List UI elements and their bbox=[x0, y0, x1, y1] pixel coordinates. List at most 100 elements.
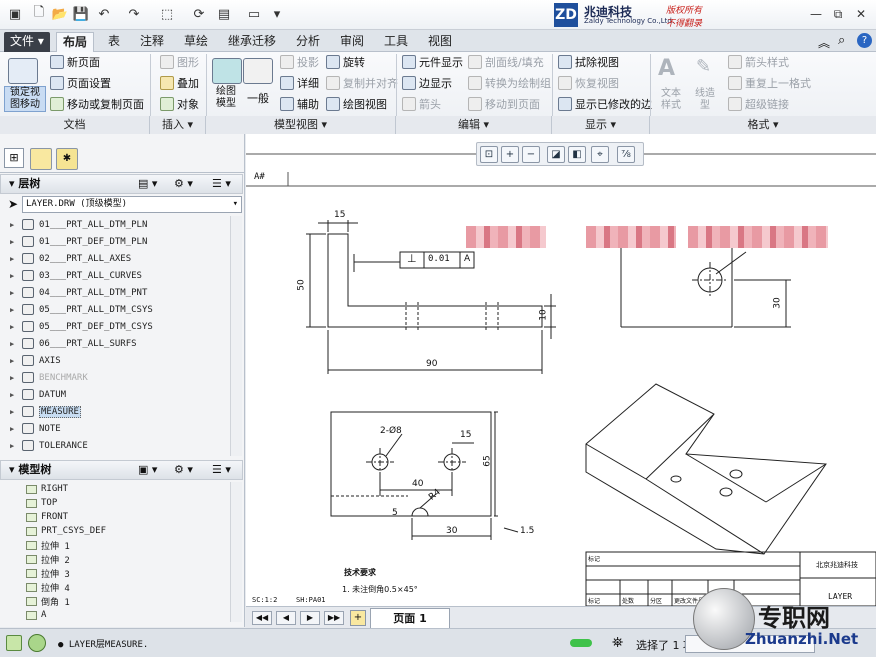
gtol-datum[interactable]: A bbox=[464, 254, 470, 264]
tab-file[interactable]: 文件 ▾ bbox=[4, 32, 50, 52]
tab-view[interactable]: 视图 bbox=[422, 32, 458, 52]
group-label-insert[interactable]: 插入 ▾ bbox=[150, 116, 206, 134]
dim-65[interactable]: 65 bbox=[483, 455, 493, 466]
layer-item[interactable]: ▶ 03___PRT_ALL_CURVES bbox=[10, 267, 142, 284]
graphic-button[interactable]: 图形 bbox=[160, 54, 199, 70]
hyperlink-button[interactable]: 超级链接 bbox=[728, 96, 789, 112]
model-tree-item[interactable]: 倒角 1 bbox=[26, 594, 70, 608]
close-button[interactable]: ✕ bbox=[853, 7, 869, 23]
dim-30-plan[interactable]: 30 bbox=[446, 526, 457, 536]
projection-button[interactable]: 投影 bbox=[280, 54, 319, 70]
undo-icon[interactable]: ↶ bbox=[95, 5, 113, 23]
convert-draw-group-button[interactable]: 转换为绘制组 bbox=[468, 75, 551, 91]
layer-list-icon[interactable]: ☰ ▾ bbox=[212, 177, 231, 190]
edge-display-button[interactable]: 边显示 bbox=[402, 75, 452, 91]
general-view-button[interactable]: 一般 bbox=[243, 90, 273, 106]
display-style-icon[interactable]: ◧ bbox=[568, 146, 586, 163]
windows-icon[interactable]: ▤ bbox=[215, 5, 233, 23]
page-tab[interactable]: 页面 1 bbox=[370, 608, 450, 628]
last-page-button[interactable]: ▶▶ bbox=[324, 611, 344, 625]
tab-layout[interactable]: 布局 bbox=[56, 32, 95, 52]
move-to-page-button[interactable]: 移动到页面 bbox=[468, 96, 540, 112]
redo-icon[interactable]: ↷ bbox=[125, 5, 143, 23]
model-tree-item[interactable]: FRONT bbox=[26, 510, 68, 524]
search-icon[interactable]: ⌕ bbox=[838, 33, 845, 48]
browser-toggle-icon[interactable] bbox=[28, 634, 46, 652]
layer-item[interactable]: ▶ 04___PRT_ALL_DTM_PNT bbox=[10, 284, 147, 301]
tab-analysis[interactable]: 分析 bbox=[290, 32, 326, 52]
expand-arrow-icon[interactable]: ▶ bbox=[10, 221, 17, 229]
expand-arrow-icon[interactable]: ▶ bbox=[10, 374, 17, 382]
layer-item[interactable]: ▶ AXIS bbox=[10, 352, 61, 369]
overlay-button[interactable]: 叠加 bbox=[160, 75, 199, 91]
restore-view-button[interactable]: 恢复视图 bbox=[558, 75, 619, 91]
refit-icon[interactable]: ⊡ bbox=[480, 146, 498, 163]
group-label-display[interactable]: 显示 ▾ bbox=[552, 116, 650, 134]
new-file-icon[interactable]: 🗋 bbox=[30, 5, 48, 23]
next-page-button[interactable]: ▶ bbox=[300, 611, 320, 625]
customize-toolbar-icon[interactable]: ▾ bbox=[268, 5, 286, 23]
layer-item[interactable]: ▶ 05___PRT_ALL_DTM_CSYS bbox=[10, 301, 153, 318]
model-tree-item[interactable]: RIGHT bbox=[26, 482, 68, 496]
help-icon[interactable]: ? bbox=[857, 33, 872, 48]
hole-note[interactable]: 2-Ø8 bbox=[380, 426, 402, 436]
tab-tools[interactable]: 工具 bbox=[378, 32, 414, 52]
model-tree-tab-icon[interactable]: ⊞ bbox=[4, 148, 24, 168]
dim-5[interactable]: 5 bbox=[392, 508, 398, 518]
repeat-format-button[interactable]: 重复上一格式 bbox=[728, 75, 811, 91]
expand-arrow-icon[interactable]: ▶ bbox=[10, 289, 17, 297]
expand-arrow-icon[interactable]: ▶ bbox=[10, 391, 17, 399]
group-label-edit[interactable]: 编辑 ▾ bbox=[396, 116, 552, 134]
active-model-dropdown[interactable]: LAYER.DRW (顶级模型) ▾ bbox=[22, 196, 242, 213]
tab-legacy-migration[interactable]: 继承迁移 bbox=[222, 32, 282, 52]
layer-settings-icon[interactable]: ⚙ ▾ bbox=[174, 177, 193, 190]
model-tree-item[interactable]: PRT_CSYS_DEF bbox=[26, 524, 106, 538]
annotation-display-icon[interactable]: ⅞ bbox=[617, 146, 635, 163]
layer-item[interactable]: ▶ NOTE bbox=[10, 420, 61, 437]
minimize-button[interactable]: — bbox=[808, 7, 824, 23]
layer-item[interactable]: ▶ 06___PRT_ALL_SURFS bbox=[10, 335, 137, 352]
expand-arrow-icon[interactable]: ▶ bbox=[10, 408, 17, 416]
model-tree-item[interactable]: 拉伸 3 bbox=[26, 566, 70, 580]
select-cursor-icon[interactable]: ➤ bbox=[8, 197, 18, 211]
expand-arrow-icon[interactable]: ▶ bbox=[10, 272, 17, 280]
dim-1-5[interactable]: 1.5 bbox=[520, 526, 534, 536]
rotate-button[interactable]: 旋转 bbox=[326, 54, 365, 70]
repaint-icon[interactable]: ◪ bbox=[547, 146, 565, 163]
tech-requirements-title[interactable]: 技术要求 bbox=[344, 567, 376, 578]
tab-review[interactable]: 审阅 bbox=[334, 32, 370, 52]
dim-50[interactable]: 50 bbox=[297, 279, 307, 290]
expand-arrow-icon[interactable]: ▶ bbox=[10, 340, 17, 348]
expand-arrow-icon[interactable]: ▶ bbox=[10, 425, 17, 433]
drawing-model-button[interactable]: 绘图 模型 bbox=[208, 86, 244, 110]
gtol-value[interactable]: 0.01 bbox=[428, 254, 450, 264]
expand-arrow-icon[interactable]: ▶ bbox=[10, 255, 17, 263]
favorites-tab-icon[interactable]: ✱ bbox=[56, 148, 78, 170]
drawing-canvas[interactable]: A# 15 50 90 10 ⊥ 0.01 A 30 2-Ø8 15 65 40… bbox=[246, 134, 876, 623]
layer-item[interactable]: ▶ 01___PRT_ALL_DTM_PLN bbox=[10, 216, 147, 233]
layer-item[interactable]: ▶ TOLERANCE bbox=[10, 437, 88, 454]
model-tree-item[interactable]: 拉伸 4 bbox=[26, 580, 70, 594]
select-box-icon[interactable]: ⬚ bbox=[158, 5, 176, 23]
restore-button[interactable]: ⧉ bbox=[830, 7, 846, 23]
model-tree-show-icon[interactable]: ▣ ▾ bbox=[138, 463, 157, 476]
layer-item[interactable]: ▶ BENCHMARK bbox=[10, 369, 88, 386]
layer-item[interactable]: ▶ DATUM bbox=[10, 386, 66, 403]
regenerate-icon[interactable]: ⟳ bbox=[190, 5, 208, 23]
arrow-style-button[interactable]: 箭头样式 bbox=[728, 54, 789, 70]
drawing-view-button[interactable]: 绘图视图 bbox=[326, 96, 387, 112]
page-setup-button[interactable]: 页面设置 bbox=[50, 75, 111, 91]
layer-item[interactable]: ▶ 01___PRT_DEF_DTM_PLN bbox=[10, 233, 147, 250]
expand-arrow-icon[interactable]: ▶ bbox=[10, 306, 17, 314]
model-tree-item[interactable]: 拉伸 2 bbox=[26, 552, 70, 566]
expand-arrow-icon[interactable]: ▶ bbox=[10, 442, 17, 450]
first-page-button[interactable]: ◀◀ bbox=[252, 611, 272, 625]
add-page-icon[interactable]: + bbox=[350, 610, 366, 626]
line-style-button[interactable]: 线造 型 bbox=[690, 88, 720, 112]
datum-display-icon[interactable]: ⌖ bbox=[591, 146, 609, 163]
layer-scrollbar[interactable] bbox=[230, 216, 242, 456]
dim-40[interactable]: 40 bbox=[412, 479, 423, 489]
group-label-format[interactable]: 格式 ▾ bbox=[650, 116, 876, 134]
model-tree-settings-icon[interactable]: ⚙ ▾ bbox=[174, 463, 193, 476]
tab-sketch[interactable]: 草绘 bbox=[178, 32, 214, 52]
